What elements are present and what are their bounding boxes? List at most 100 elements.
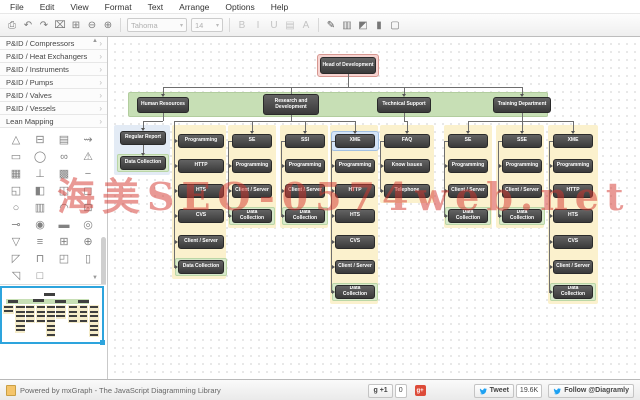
outline-viewport[interactable] [0,286,104,344]
oval-process-icon[interactable]: ◯ [28,148,52,165]
org-node[interactable]: Programming [502,159,542,173]
arc-icon[interactable]: ◠ [52,199,76,216]
plus-circle-icon[interactable]: ⊕ [76,233,100,250]
menu-arrange[interactable]: Arrange [171,2,217,12]
menu-format[interactable]: Format [97,2,140,12]
inverted-triangle-icon[interactable]: ▽ [4,233,28,250]
org-node[interactable]: Telephone [384,184,430,198]
org-node[interactable]: Data Collection [285,209,325,223]
bold-icon[interactable]: B [234,17,250,33]
org-node[interactable]: Data Collection [335,285,375,299]
scroll-down-icon[interactable]: ▼ [92,275,98,281]
tweet-button[interactable]: Tweet [474,384,514,398]
org-node[interactable]: HTTP [553,184,593,198]
fifo-lane-icon[interactable]: ≡ [28,233,52,250]
org-node[interactable]: Training Department [493,97,551,113]
menu-text[interactable]: Text [140,2,172,12]
crosshatch-icon[interactable]: ▩ [52,165,76,182]
fit-page-icon[interactable]: ⊞ [68,17,84,33]
corner-process-icon[interactable]: ◱ [4,182,28,199]
org-node[interactable]: HTS [178,184,224,198]
fill-color-icon[interactable]: ◩ [355,17,371,33]
org-node[interactable]: Client / Server [502,184,542,198]
org-node[interactable]: SSE [502,134,542,148]
menu-edit[interactable]: Edit [32,2,63,12]
follow-button[interactable]: Follow @Diagramly [548,384,634,398]
heijunka-icon[interactable]: ⊟ [28,131,52,148]
delete-icon[interactable]: ⌧ [52,17,68,33]
org-node[interactable]: Data Collection [553,285,593,299]
org-node[interactable]: Programming [232,159,272,173]
truck-icon[interactable]: ⊞ [52,233,76,250]
quarter-box-icon[interactable]: ◰ [52,250,76,267]
diagram-canvas[interactable]: Head of Development Human Resources Regula… [108,37,640,379]
menu-file[interactable]: File [2,2,32,12]
org-node[interactable]: Programming [285,159,325,173]
org-node[interactable]: HTTP [178,159,224,173]
org-node[interactable]: Know Issues [384,159,430,173]
sidebar-section-lean-mapping[interactable]: Lean Mapping› [0,115,107,128]
font-select[interactable]: Tahoma▾ [127,18,187,32]
sidebar-section-p-id-instruments[interactable]: P&ID / Instruments› [0,63,107,76]
sidebar-section-p-id-heat-exchangers[interactable]: P&ID / Heat Exchangers› [0,50,107,63]
org-node[interactable]: Programming [335,159,375,173]
underline-icon[interactable]: U [266,17,282,33]
operator-icon[interactable]: ∞ [52,148,76,165]
gplus-one-button[interactable]: g +1 [368,384,392,398]
font-color-icon[interactable]: A [298,17,314,33]
google-plus-icon[interactable]: g+ [415,385,426,396]
striped-box-icon[interactable]: ▥ [28,199,52,216]
org-node[interactable]: SE [448,134,488,148]
level2-band[interactable] [128,92,548,117]
redo-icon[interactable]: ↷ [36,17,52,33]
org-node[interactable]: Data Collection [448,209,488,223]
org-node[interactable]: CVS [178,209,224,223]
corner-tl-icon[interactable]: ◸ [4,250,28,267]
bar-icon[interactable]: ▬ [52,216,76,233]
kaizen-burst-icon[interactable]: ⚠ [76,148,100,165]
outline-panel[interactable] [0,284,106,347]
org-node[interactable]: Regular Report [120,131,166,145]
org-node[interactable]: Research and Development [263,94,319,115]
org-node[interactable]: XME [553,134,593,148]
corner-tr-icon[interactable]: ◹ [4,267,28,284]
org-node[interactable]: CVS [553,235,593,249]
menu-help[interactable]: Help [263,2,296,12]
shipment-icon[interactable]: ▦ [4,165,28,182]
org-node[interactable]: CVS [335,235,375,249]
italic-icon[interactable]: I [250,17,266,33]
org-node[interactable]: Client / Server [285,184,325,198]
org-node[interactable]: Data Collection [120,156,166,170]
org-node[interactable]: Programming [553,159,593,173]
sidebar-section-p-id-pumps[interactable]: P&ID / Pumps› [0,76,107,89]
org-node[interactable]: SE [232,134,272,148]
org-node[interactable]: Client / Server [553,260,593,274]
u-cell-icon[interactable]: ⊓ [28,250,52,267]
org-node[interactable]: Client / Server [178,235,224,249]
org-node[interactable]: Data Collection [502,209,542,223]
image-icon[interactable]: ▥ [339,17,355,33]
process-box-icon[interactable]: ◻ [76,182,100,199]
half-shaded-icon[interactable]: ◧ [28,182,52,199]
scroll-up-icon[interactable]: ▲ [92,38,98,44]
zoom-in-icon[interactable]: ⊕ [100,17,116,33]
rounded-icon[interactable]: ▢ [387,17,403,33]
org-node[interactable]: Head of Development [320,57,376,74]
org-node[interactable]: XME [335,134,375,148]
circle-icon[interactable]: ○ [4,199,28,216]
column-band[interactable] [172,125,226,279]
print-icon[interactable]: ⎙ [4,17,20,33]
font-size-select[interactable]: 14▾ [191,18,223,32]
sidebar-section-p-id-compressors[interactable]: P&ID / Compressors› [0,37,107,50]
viewport-resize-handle[interactable] [100,340,105,345]
sidebar-section-p-id-vessels[interactable]: P&ID / Vessels› [0,102,107,115]
shadow-icon[interactable]: ▮ [371,17,387,33]
org-node[interactable]: HTS [553,209,593,223]
org-node[interactable]: Programming [178,134,224,148]
org-node[interactable]: Human Resources [137,97,189,113]
data-box-icon[interactable]: ▤ [52,131,76,148]
sidebar-section-p-id-valves[interactable]: P&ID / Valves› [0,89,107,102]
org-node[interactable]: Programming [448,159,488,173]
push-arrow-icon[interactable]: ⊸ [4,216,28,233]
line-color-icon[interactable]: ✎ [323,17,339,33]
